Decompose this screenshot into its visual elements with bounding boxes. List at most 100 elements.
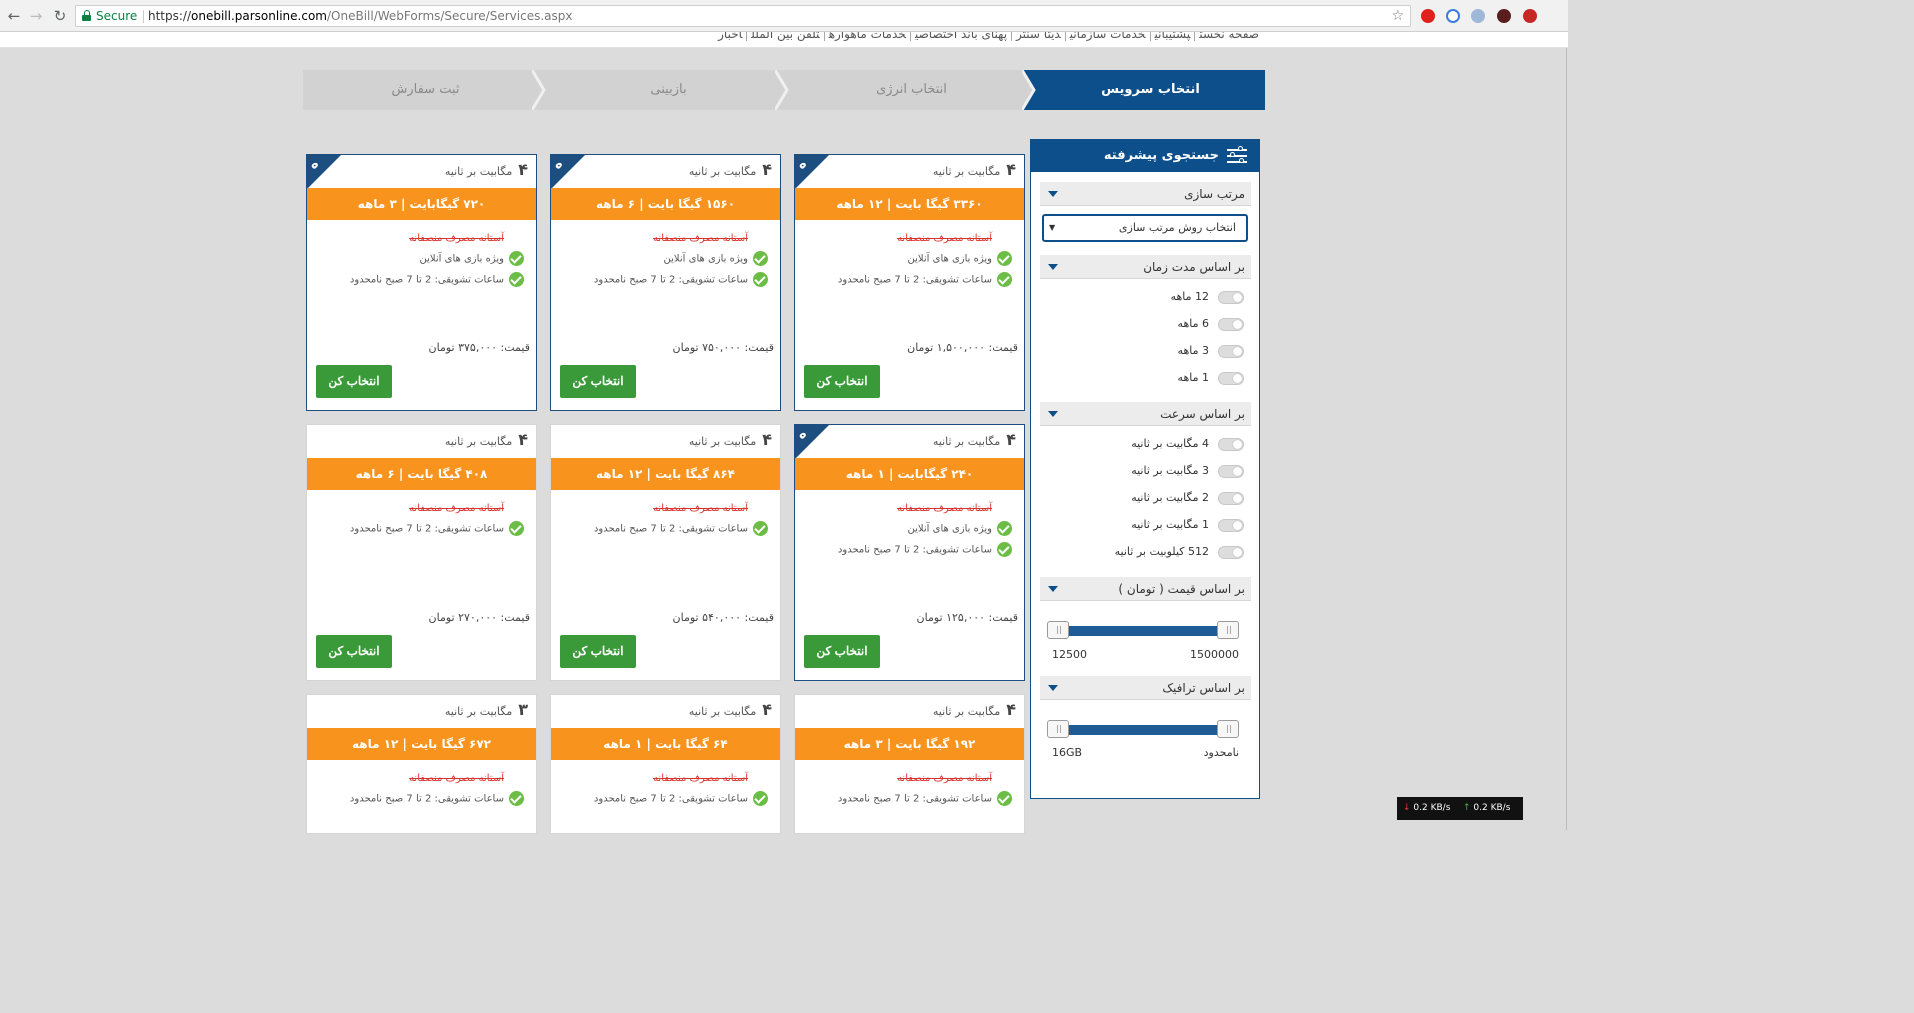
back-icon[interactable]: ← (4, 6, 24, 26)
toggle-switch[interactable] (1218, 345, 1244, 358)
step-divider (775, 70, 789, 110)
browser-toolbar: ← → ↻ Secure https://onebill.parsonline.… (0, 0, 1568, 32)
plan-feature: ساعات تشویقی: 2 تا 7 صبح نامحدود (594, 272, 768, 288)
price-min-handle[interactable] (1047, 621, 1069, 639)
collapse-caret-icon (1048, 586, 1058, 592)
extension-icon[interactable] (1471, 9, 1485, 23)
plan-price: قیمت: ۷۵۰,۰۰۰ تومان (672, 341, 774, 354)
shield-extension-icon[interactable] (1446, 9, 1460, 23)
duration-option[interactable]: 3 ماهه (1043, 341, 1247, 361)
fair-usage-label: آستانه مصرف منصفانه (897, 773, 992, 784)
plan-card: ۴مگابیت بر ثانیه ۶۴ گیگا بایت | ۱ ماهه آ… (550, 694, 781, 834)
plan-card: ۳مگابیت بر ثانیه ۶۷۲ گیگا بایت | ۱۲ ماهه… (306, 694, 537, 834)
top-link[interactable]: دیتا سنتر (1011, 32, 1065, 41)
plan-title: ۸۶۴ گیگا بایت | ۱۲ ماهه (551, 458, 780, 490)
plan-card: ۴مگابیت بر ثانیه ۱۹۲ گیگا بایت | ۳ ماهه … (794, 694, 1025, 834)
duration-option[interactable]: 6 ماهه (1043, 314, 1247, 334)
select-plan-button[interactable]: انتخاب کن (316, 365, 392, 398)
plan-feature: ساعات تشویقی: 2 تا 7 صبح نامحدود (350, 521, 524, 537)
step-divider (532, 70, 546, 110)
toggle-switch[interactable] (1218, 546, 1244, 559)
speed-option[interactable]: 1 مگابیت بر ثانیه (1043, 515, 1247, 535)
speed-option[interactable]: 512 کیلوبیت بر ثانیه (1043, 542, 1247, 562)
address-bar[interactable]: Secure https://onebill.parsonline.com/On… (75, 5, 1411, 27)
top-link[interactable]: اخبار (714, 32, 746, 41)
plan-card: ۴مگابیت بر ثانیه ۸۶۴ گیگا بایت | ۱۲ ماهه… (550, 424, 781, 681)
speed-option[interactable]: 2 مگابیت بر ثانیه (1043, 488, 1247, 508)
duration-option[interactable]: 1 ماهه (1043, 368, 1247, 388)
check-icon (997, 272, 1012, 287)
traffic-section-header[interactable]: بر اساس ترافیک (1040, 676, 1251, 700)
step-divider (1022, 70, 1036, 110)
reload-icon[interactable]: ↻ (50, 6, 70, 26)
plan-speed: ۴مگابیت بر ثانیه (932, 160, 1016, 179)
spy-extension-icon[interactable] (1497, 9, 1511, 23)
bookmark-star-icon[interactable]: ☆ (1391, 6, 1404, 26)
online-gaming-badge-icon: ه (307, 155, 341, 189)
step-review[interactable]: بازبینی (546, 70, 791, 110)
top-link[interactable]: خدمات سازمانی (1064, 32, 1150, 41)
step-submit-order[interactable]: ثبت سفارش (303, 70, 548, 110)
plan-feature: ساعات تشویقی: 2 تا 7 صبح نامحدود (350, 791, 524, 807)
plan-title: ۳۳۶۰ گیگا بایت | ۱۲ ماهه (795, 188, 1024, 220)
toggle-switch[interactable] (1218, 318, 1244, 331)
plan-feature: ویژه بازی های آنلاین (908, 521, 1012, 537)
price-range-slider[interactable] (1047, 621, 1239, 639)
price-max-handle[interactable] (1217, 621, 1239, 639)
toggle-switch[interactable] (1218, 492, 1244, 505)
sort-select[interactable]: انتخاب روش مرتب سازی ▼ (1042, 214, 1248, 242)
step-select-service[interactable]: انتخاب سرویس (1036, 70, 1265, 110)
toggle-switch[interactable] (1218, 438, 1244, 451)
forward-icon[interactable]: → (26, 6, 46, 26)
toggle-switch[interactable] (1218, 372, 1244, 385)
speed-option[interactable]: 3 مگابیت بر ثانیه (1043, 461, 1247, 481)
advanced-search-header: جستجوی پیشرفته (1031, 140, 1259, 172)
advanced-search-title: جستجوی پیشرفته (1103, 148, 1219, 163)
fair-usage-label: آستانه مصرف منصفانه (409, 503, 504, 514)
traffic-min-handle[interactable] (1047, 720, 1069, 738)
plan-speed: ۴مگابیت بر ثانیه (688, 160, 772, 179)
toggle-switch[interactable] (1218, 519, 1244, 532)
check-icon (753, 272, 768, 287)
plan-feature: ساعات تشویقی: 2 تا 7 صبح نامحدود (838, 791, 1012, 807)
collapse-caret-icon (1048, 411, 1058, 417)
select-plan-button[interactable]: انتخاب کن (804, 635, 880, 668)
page-scrollbar[interactable] (1566, 48, 1567, 830)
speed-option[interactable]: 4 مگابیت بر ثانیه (1043, 434, 1247, 454)
duration-section-header[interactable]: بر اساس مدت زمان (1040, 255, 1251, 279)
select-plan-button[interactable]: انتخاب کن (560, 365, 636, 398)
top-link[interactable]: پشتیبانی (1149, 32, 1195, 41)
plan-card: ه ۴مگابیت بر ثانیه ۲۴۰ گیگابایت | ۱ ماهه… (794, 424, 1025, 681)
fair-usage-label: آستانه مصرف منصفانه (653, 233, 748, 244)
toggle-switch[interactable] (1218, 465, 1244, 478)
select-plan-button[interactable]: انتخاب کن (316, 635, 392, 668)
toggle-switch[interactable] (1218, 291, 1244, 304)
traffic-max-handle[interactable] (1217, 720, 1239, 738)
select-plan-button[interactable]: انتخاب کن (560, 635, 636, 668)
top-link[interactable]: پهنای باند اختصاصی (910, 32, 1012, 41)
top-link[interactable]: تلفن بین الملل (746, 32, 824, 41)
price-section-header[interactable]: بر اساس قیمت ( تومان ) (1040, 577, 1251, 601)
sort-section-header[interactable]: مرتب سازی (1040, 182, 1251, 206)
step-energy[interactable]: انتخاب انرژی (789, 70, 1034, 110)
check-icon (509, 272, 524, 287)
traffic-max-label: نامحدود (1203, 746, 1239, 759)
plan-title: ۱۵۶۰ گیگا بایت | ۶ ماهه (551, 188, 780, 220)
duration-option[interactable]: 12 ماهه (1043, 287, 1247, 307)
plan-price: قیمت: ۱۲۵,۰۰۰ تومان (916, 611, 1018, 624)
check-icon (997, 251, 1012, 266)
adblock-extension-icon[interactable] (1523, 9, 1537, 23)
check-icon (997, 521, 1012, 536)
fair-usage-label: آستانه مصرف منصفانه (653, 503, 748, 514)
plan-price: قیمت: ۳۷۵,۰۰۰ تومان (428, 341, 530, 354)
opera-extension-icon[interactable] (1421, 9, 1435, 23)
check-icon (753, 521, 768, 536)
top-link[interactable]: صفحه نخست (1194, 32, 1263, 41)
url-text: https://onebill.parsonline.com/OneBill/W… (148, 9, 573, 23)
select-plan-button[interactable]: انتخاب کن (804, 365, 880, 398)
speed-section-header[interactable]: بر اساس سرعت (1040, 402, 1251, 426)
top-link[interactable]: خدمات ماهواره (823, 32, 910, 41)
traffic-range-slider[interactable] (1047, 720, 1239, 738)
plan-card: ه ۴مگابیت بر ثانیه ۱۵۶۰ گیگا بایت | ۶ ما… (550, 154, 781, 411)
plan-feature: ساعات تشویقی: 2 تا 7 صبح نامحدود (350, 272, 524, 288)
